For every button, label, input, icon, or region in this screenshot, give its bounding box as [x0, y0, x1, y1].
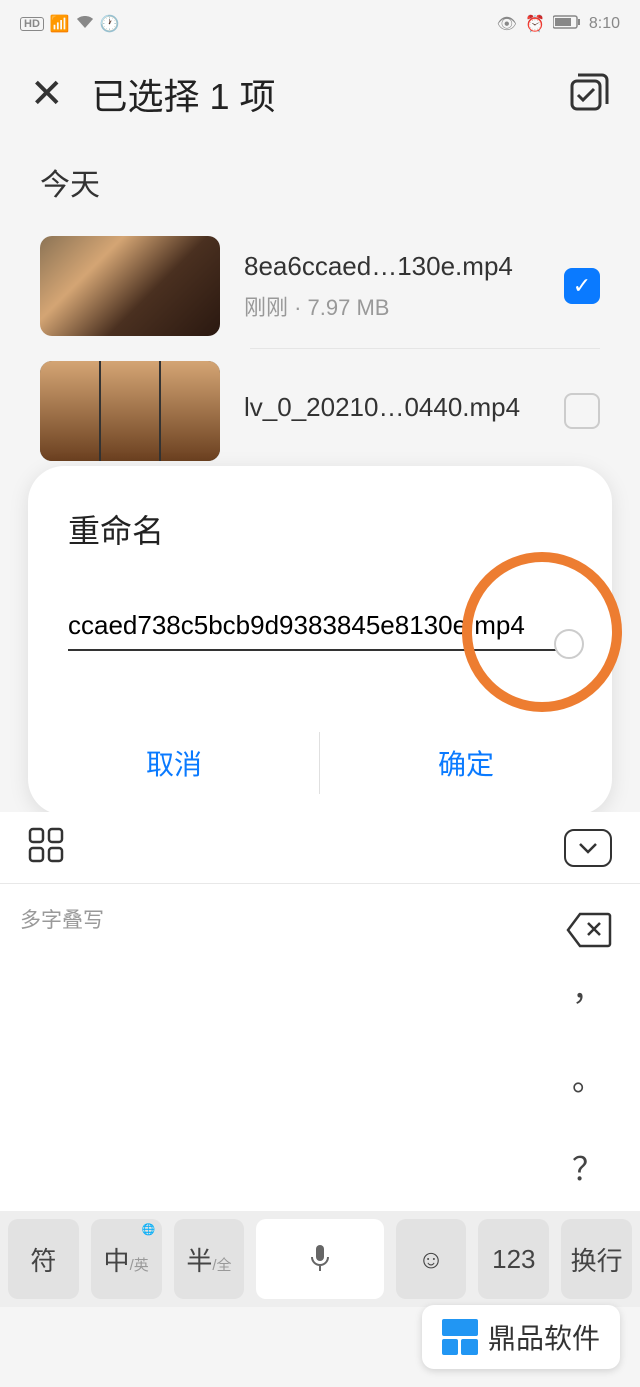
rename-input[interactable]	[68, 602, 572, 651]
hd-badge: HD	[20, 17, 44, 31]
checkbox-checked[interactable]: ✓	[564, 268, 600, 304]
status-time: 8:10	[589, 15, 620, 33]
signal-icon: 📶	[50, 14, 70, 34]
ime-input-area[interactable]: 多字叠写 ， 。 ？ ！ 符 🌐中/英 半/全 ☺ 123 换行	[0, 884, 640, 1307]
punct-key[interactable]: ？	[572, 1144, 604, 1190]
close-icon[interactable]: ✕	[30, 71, 64, 117]
ime-grid-icon[interactable]	[28, 827, 64, 868]
watermark-icon	[442, 1319, 478, 1355]
keyboard-row: 符 🌐中/英 半/全 ☺ 123 换行	[0, 1211, 640, 1307]
file-name: lv_0_20210…0440.mp4	[244, 392, 540, 423]
eye-icon: 👁	[497, 14, 517, 34]
checkbox[interactable]	[564, 393, 600, 429]
status-bar: HD 📶 🕐 👁 ⏰ 8:10	[0, 0, 640, 48]
watermark: 鼎品软件	[422, 1305, 620, 1369]
dialog-title: 重命名	[28, 506, 612, 602]
punct-key[interactable]: 。	[572, 1054, 604, 1100]
section-header: 今天	[0, 140, 640, 224]
backspace-icon[interactable]	[566, 912, 612, 953]
emoji-key[interactable]: ☺	[396, 1219, 467, 1299]
confirm-button[interactable]: 确定	[320, 711, 612, 815]
select-all-button[interactable]	[568, 71, 610, 118]
wifi-icon	[76, 15, 94, 34]
battery-icon	[553, 15, 581, 34]
rename-dialog: 重命名 取消 确定	[28, 466, 612, 815]
file-name: 8ea6ccaed…130e.mp4	[244, 251, 540, 282]
punct-key[interactable]: ，	[572, 964, 604, 1010]
file-item[interactable]: 8ea6ccaed…130e.mp4 刚刚 · 7.97 MB ✓	[0, 224, 640, 348]
alarm-icon: ⏰	[525, 14, 545, 34]
mic-key[interactable]	[256, 1219, 383, 1299]
text-cursor-handle[interactable]	[554, 629, 584, 659]
page-title: 已选择 1 项	[92, 68, 276, 120]
return-key[interactable]: 换行	[561, 1219, 632, 1299]
number-key[interactable]: 123	[478, 1219, 549, 1299]
file-meta: 刚刚 · 7.97 MB	[244, 290, 540, 322]
ime-hint: 多字叠写	[20, 904, 104, 934]
ime-collapse-icon[interactable]	[564, 829, 612, 867]
file-item[interactable]: lv_0_20210…0440.mp4	[0, 349, 640, 473]
video-thumbnail	[40, 361, 220, 461]
header: ✕ 已选择 1 项	[0, 48, 640, 140]
lang-key[interactable]: 🌐中/英	[91, 1219, 162, 1299]
clock-icon: 🕐	[100, 14, 120, 34]
symbol-key[interactable]: 符	[8, 1219, 79, 1299]
ime-toolbar	[0, 812, 640, 884]
video-thumbnail	[40, 236, 220, 336]
cancel-button[interactable]: 取消	[28, 711, 320, 815]
width-key[interactable]: 半/全	[174, 1219, 245, 1299]
watermark-text: 鼎品软件	[488, 1317, 600, 1357]
